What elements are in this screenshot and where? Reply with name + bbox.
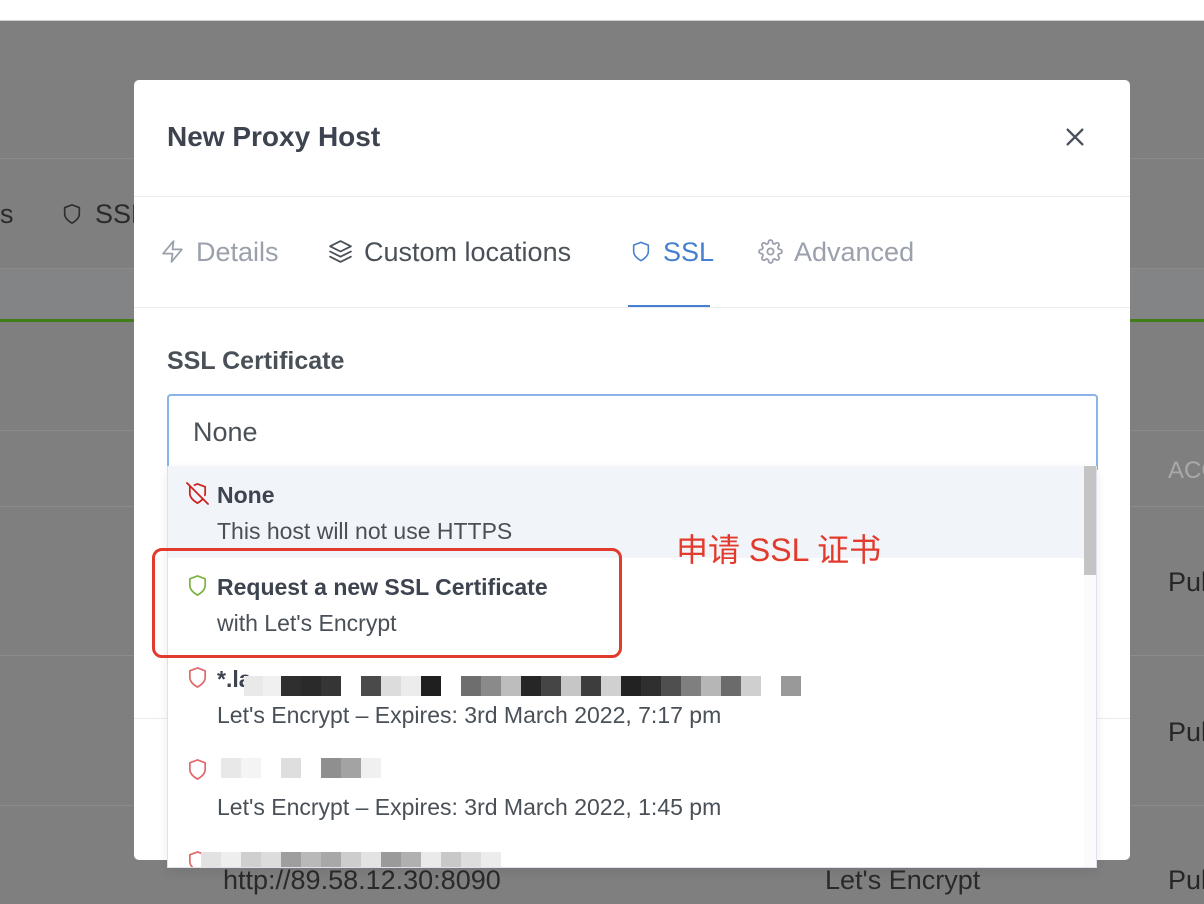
tab-label: Advanced (794, 236, 915, 267)
mosaic-block (361, 852, 381, 867)
mosaic-block (381, 852, 401, 867)
tab-advanced[interactable]: Advanced (758, 196, 914, 307)
option-certificate[interactable]: Let's Encrypt – Expires: 3rd March 2022,… (168, 742, 1085, 834)
mosaic-block (241, 758, 261, 778)
mosaic-block (281, 676, 301, 696)
mosaic-block (581, 676, 601, 696)
close-icon (1066, 128, 1084, 146)
mosaic-block (541, 676, 561, 696)
ssl-certificate-dropdown[interactable]: None This host will not use HTTPS Reques… (167, 466, 1097, 868)
mosaic-block (521, 676, 541, 696)
shield-icon (632, 241, 650, 262)
shield-off-icon (186, 482, 209, 505)
mosaic-block (321, 758, 341, 778)
tab-label: Custom locations (364, 236, 572, 267)
mosaic-block (301, 852, 321, 867)
option-certificate[interactable] (168, 834, 1085, 867)
mosaic-block (461, 852, 481, 867)
mosaic-block (601, 676, 621, 696)
mosaic-block (381, 676, 401, 696)
option-title: *.la (217, 666, 252, 692)
option-subtitle: Let's Encrypt – Expires: 3rd March 2022,… (217, 702, 722, 728)
mosaic-block (681, 676, 701, 696)
mosaic-block (301, 676, 321, 696)
mosaic-block (221, 852, 241, 867)
mosaic-block (641, 676, 661, 696)
layers-icon (329, 240, 352, 263)
mosaic-block (321, 852, 341, 867)
mosaic-block (263, 676, 283, 696)
shield-icon (188, 851, 207, 867)
tab-ssl[interactable]: SSL (630, 196, 714, 307)
modal-title: New Proxy Host (167, 121, 381, 152)
scrollbar-thumb[interactable] (1084, 466, 1096, 575)
mosaic-block (701, 676, 721, 696)
annotation-highlight-box (152, 548, 622, 658)
shield-icon (63, 203, 81, 225)
tab-label: Details (196, 236, 279, 267)
mosaic-block (781, 676, 801, 696)
mosaic-block (221, 758, 241, 778)
mosaic-block (341, 852, 361, 867)
mosaic-block (421, 676, 441, 696)
option-subtitle: Let's Encrypt – Expires: 3rd March 2022,… (217, 794, 722, 820)
option-subtitle: This host will not use HTTPS (217, 518, 513, 544)
mosaic-block (741, 676, 761, 696)
tab-label: SSL (663, 236, 715, 267)
option-none[interactable]: None This host will not use HTTPS (168, 466, 1085, 558)
ssl-certificate-label: SSL Certificate (167, 347, 345, 375)
selected-value: None (193, 416, 258, 447)
dropdown-scrollbar[interactable] (1084, 466, 1096, 867)
mosaic-block (481, 676, 501, 696)
tabs-divider (134, 307, 1130, 308)
mosaic-block (481, 852, 501, 867)
option-title: None (217, 482, 275, 508)
mosaic-block (281, 852, 301, 867)
mosaic-block (361, 758, 381, 778)
bg-row-access: Pul (1168, 717, 1204, 747)
mosaic-block (501, 676, 521, 696)
gear-icon (758, 239, 783, 264)
ssl-certificate-select[interactable]: None (167, 394, 1098, 470)
bg-row-destination: http://89.58.12.30:8090 (223, 865, 501, 895)
mosaic-block (661, 676, 681, 696)
bg-row-ssl: Let's Encrypt (825, 865, 981, 895)
bg-row-access: Pul (1168, 865, 1204, 895)
mosaic-block (401, 852, 421, 867)
mosaic-block (281, 758, 301, 778)
mosaic-block (421, 852, 441, 867)
screen: s SSL ACC Pul Pul http://89.58.12.30:809… (0, 0, 1204, 904)
shield-icon (188, 667, 207, 688)
mosaic-block (401, 676, 421, 696)
new-proxy-host-modal: New Proxy Host Details Custom locations … (134, 80, 1130, 868)
mosaic-block (241, 852, 261, 867)
mosaic-block (621, 676, 641, 696)
mosaic-block (361, 676, 381, 696)
tab-custom-locations[interactable]: Custom locations (328, 196, 571, 307)
mosaic-block (441, 852, 461, 867)
annotation-text: 申请 SSL 证书 (676, 532, 882, 568)
mosaic-block (721, 676, 741, 696)
redacted-title (168, 834, 1085, 867)
mosaic-block (341, 758, 361, 778)
close-button[interactable] (1060, 122, 1090, 152)
lightning-icon (162, 240, 183, 263)
tab-details[interactable]: Details (160, 196, 279, 307)
mosaic-block (261, 852, 281, 867)
mosaic-block (561, 676, 581, 696)
shield-icon (188, 759, 207, 780)
bg-row-access: Pul (1168, 567, 1204, 597)
option-certificate[interactable]: *.la Let's Encrypt – Expires: 3rd March … (168, 650, 1085, 742)
mosaic-block (321, 676, 341, 696)
mosaic-block (461, 676, 481, 696)
bg-tab-hosts: s (0, 199, 14, 229)
top-strip (0, 0, 1204, 21)
bg-column-header-access: ACC (1168, 457, 1204, 484)
